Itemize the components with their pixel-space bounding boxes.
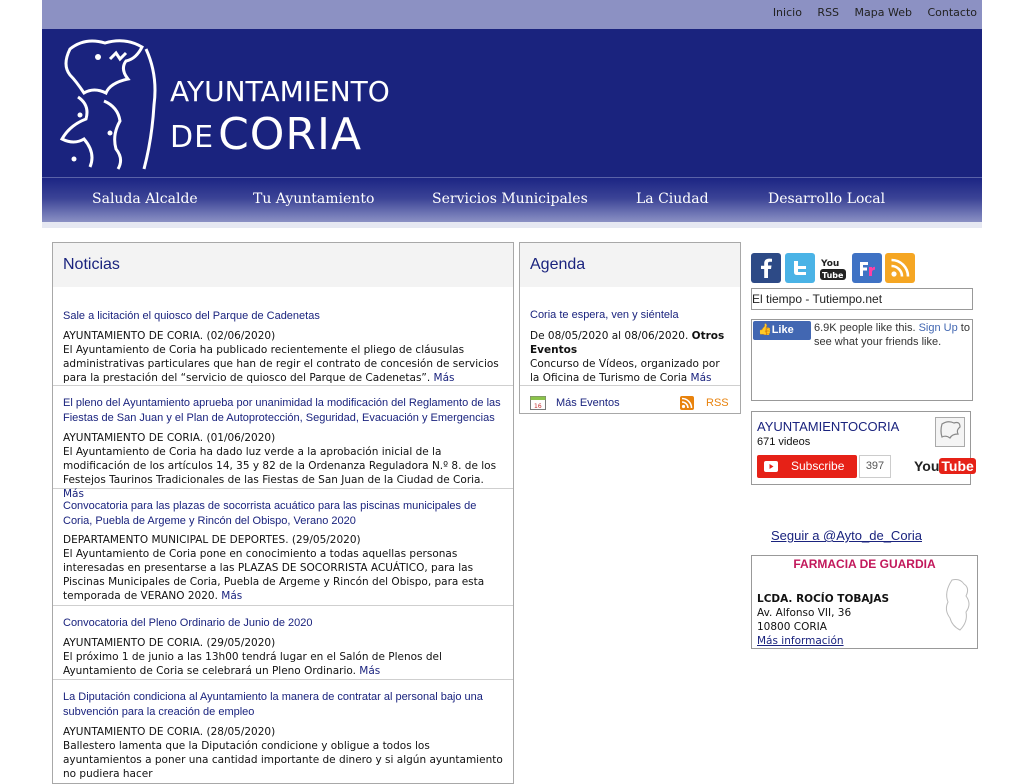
facebook-like-widget: 👍Like 6.9K people like this. Sign Up to … (751, 319, 973, 401)
news-item-source: AYUNTAMIENTO DE CORIA. (29/05/2020) (63, 637, 276, 649)
agenda-event-title[interactable]: Coria te espera, ven y siéntela (530, 309, 679, 321)
pharmacy-address: Av. Alfonso VII, 36 (757, 607, 852, 619)
calendar-icon: 16 (530, 396, 546, 410)
logo-title-line1: AYUNTAMIENTO (170, 75, 390, 108)
news-item-source: AYUNTAMIENTO DE CORIA. (01/06/2020) (63, 432, 276, 444)
agenda-footer: 16 Más Eventos RSS (520, 385, 740, 414)
top-bar: Inicio RSS Mapa Web Contacto (42, 0, 982, 29)
coat-of-arms-logo-icon[interactable] (50, 35, 160, 175)
news-item-title[interactable]: La Diputación condiciona al Ayuntamiento… (63, 690, 508, 720)
news-item-body: El próximo 1 de junio a las 13h00 tendrá… (63, 651, 442, 677)
pharmacy-more-info-link[interactable]: Más información (757, 635, 844, 647)
top-link-inicio[interactable]: Inicio (773, 6, 802, 19)
facebook-like-button[interactable]: 👍Like (753, 321, 811, 340)
youtube-play-icon (764, 461, 778, 472)
main-nav: Saluda Alcalde Tu Ayuntamiento Servicios… (42, 177, 982, 223)
facebook-icon[interactable] (751, 253, 781, 283)
pharmacy-city: 10800 CORIA (757, 621, 827, 633)
news-item: La Diputación condiciona al Ayuntamiento… (53, 680, 513, 780)
news-item-body: El Ayuntamiento de Coria pone en conocim… (63, 548, 485, 602)
news-item-title[interactable]: Convocatoria del Pleno Ordinario de Juni… (63, 616, 508, 631)
agenda-panel: Agenda Coria te espera, ven y siéntela D… (519, 242, 741, 414)
youtube-video-count: 671 videos (757, 436, 811, 448)
nav-la-ciudad[interactable]: La Ciudad (636, 191, 709, 207)
nav-tu-ayuntamiento[interactable]: Tu Ayuntamiento (253, 191, 374, 207)
map-outline-icon (945, 579, 970, 631)
youtube-logo-icon[interactable]: You Tube (914, 458, 976, 474)
agenda-panel-header: Agenda (520, 243, 740, 287)
top-links: Inicio RSS Mapa Web Contacto (761, 6, 977, 19)
agenda-event-dates: De 08/05/2020 al 08/06/2020. (530, 330, 689, 342)
svg-text:You: You (820, 259, 839, 269)
top-link-mapa-web[interactable]: Mapa Web (855, 6, 912, 19)
youtube-channel-name[interactable]: AYUNTAMIENTOCORIA (757, 419, 899, 434)
facebook-like-text: 6.9K people like this. Sign Up to see wh… (814, 322, 970, 348)
calendar-day-text: 16 (534, 403, 542, 410)
weather-widget-link[interactable]: El tiempo - Tutiempo.net (751, 288, 973, 310)
logo-coria: CORIA (218, 109, 363, 160)
agenda-heading: Agenda (530, 256, 586, 273)
youtube-icon[interactable]: You Tube (818, 253, 848, 283)
coat-of-arms-avatar-icon (940, 421, 961, 439)
social-icons: You Tube (751, 253, 915, 286)
flickr-icon[interactable] (851, 253, 882, 283)
agenda-event-body: De 08/05/2020 al 08/06/2020. Otros Event… (530, 329, 730, 385)
news-item-source: AYUNTAMIENTO DE CORIA. (28/05/2020) (63, 726, 276, 738)
nav-saluda-alcalde[interactable]: Saluda Alcalde (92, 191, 198, 207)
news-item-source: DEPARTAMENTO MUNICIPAL DE DEPORTES. (29/… (63, 534, 361, 546)
youtube-channel-avatar[interactable] (935, 417, 965, 447)
news-item: El pleno del Ayuntamiento aprueba por un… (53, 386, 513, 500)
top-link-contacto[interactable]: Contacto (927, 6, 977, 19)
news-item-body: Ballestero lamenta que la Diputación con… (63, 740, 503, 780)
nav-divider (42, 222, 982, 228)
news-item-more-link[interactable]: Más (434, 372, 455, 384)
more-events-link[interactable]: Más Eventos (556, 397, 620, 409)
top-link-rss[interactable]: RSS (817, 6, 839, 19)
news-item-title[interactable]: Convocatoria para las plazas de socorris… (63, 499, 508, 529)
news-item: Convocatoria para las plazas de socorris… (53, 489, 513, 606)
nav-desarrollo-local[interactable]: Desarrollo Local (768, 191, 885, 207)
news-panel: Noticias Sale a licitación el quiosco de… (52, 242, 514, 784)
news-item-more-link[interactable]: Más (359, 665, 380, 677)
pharmacy-name: LCDA. ROCÍO TOBAJAS (757, 593, 890, 605)
news-item-body: El Ayuntamiento de Coria ha publicado re… (63, 344, 499, 384)
twitter-icon[interactable] (784, 253, 815, 283)
news-heading: Noticias (63, 256, 120, 273)
news-item-title[interactable]: Sale a licitación el quiosco del Parque … (63, 309, 508, 324)
facebook-signup-link[interactable]: Sign Up (919, 322, 958, 334)
agenda-rss-link[interactable]: RSS (706, 397, 729, 409)
news-item-source: AYUNTAMIENTO DE CORIA. (02/06/2020) (63, 330, 276, 342)
news-panel-header: Noticias (53, 243, 513, 287)
twitter-follow-link[interactable]: Seguir a @Ayto_de_Coria (771, 528, 922, 543)
pharmacy-on-duty-box: FARMACIA DE GUARDIA LCDA. ROCÍO TOBAJAS … (751, 555, 978, 649)
thumbs-up-icon: 👍 (758, 324, 772, 336)
youtube-subscribe-button[interactable]: Subscribe (757, 455, 857, 478)
nav-servicios-municipales[interactable]: Servicios Municipales (432, 191, 588, 207)
agenda-more-link[interactable]: Más (691, 372, 712, 384)
news-item: Convocatoria del Pleno Ordinario de Juni… (53, 606, 513, 680)
news-item: Sale a licitación el quiosco del Parque … (53, 303, 513, 386)
logo-de: DE (170, 120, 215, 155)
news-item-more-link[interactable]: Más (221, 590, 242, 602)
logo-title-line2: DECORIA (170, 109, 362, 160)
pharmacy-title: FARMACIA DE GUARDIA (793, 557, 936, 571)
youtube-subscriber-count: 397 (859, 455, 891, 478)
svg-text:Tube: Tube (822, 271, 844, 280)
rss-feed-icon[interactable] (680, 396, 694, 410)
news-item-title[interactable]: El pleno del Ayuntamiento aprueba por un… (63, 396, 508, 426)
site-header: AYUNTAMIENTO DECORIA (42, 29, 982, 177)
youtube-channel-widget: AYUNTAMIENTOCORIA 671 videos Subscribe 3… (751, 411, 976, 485)
rss-icon[interactable] (885, 253, 915, 283)
